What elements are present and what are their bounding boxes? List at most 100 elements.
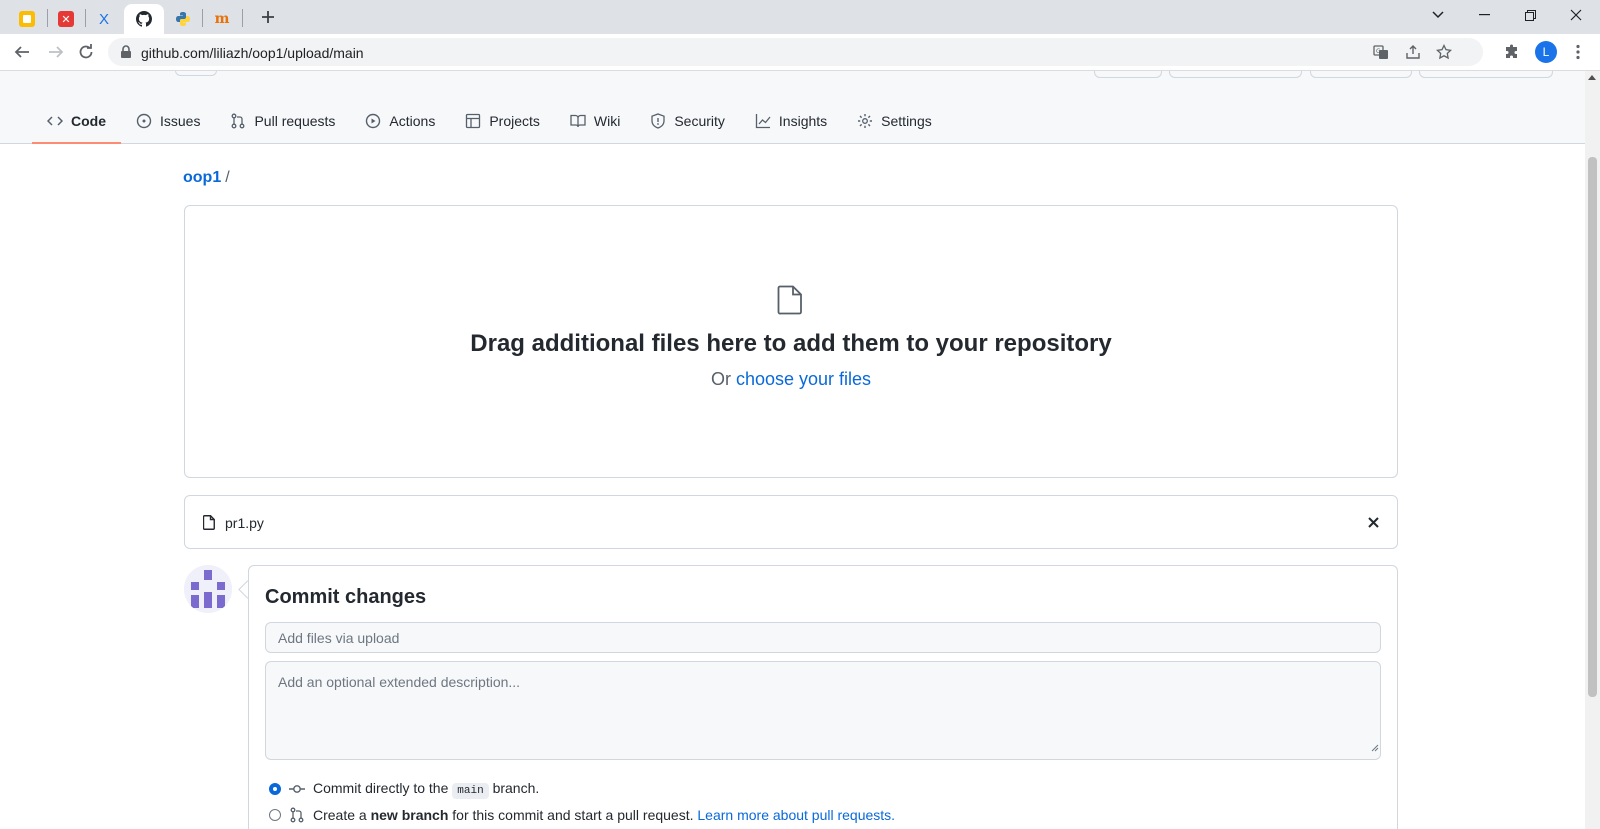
tab-projects[interactable]: Projects: [450, 99, 555, 143]
commit-direct-option[interactable]: Commit directly to the main branch.: [269, 780, 540, 799]
resize-grip-icon[interactable]: [1371, 744, 1379, 752]
puzzle-icon: [1506, 44, 1517, 58]
commit-new-middle: for this commit and start a pull request…: [452, 807, 694, 823]
github-page: Code Issues Pull requests Actions Projec…: [0, 71, 1585, 829]
m-favicon-icon: m: [214, 11, 230, 27]
notes-favicon-icon: [19, 11, 35, 27]
chevron-down-icon: [1432, 11, 1444, 19]
plus-icon: [262, 11, 274, 23]
tab-security[interactable]: Security: [635, 99, 740, 143]
commit-description-textarea[interactable]: [265, 661, 1381, 760]
close-window-button[interactable]: [1554, 0, 1598, 30]
watch-button[interactable]: [1169, 71, 1302, 78]
browser-tab-notes[interactable]: [8, 4, 46, 34]
breadcrumb-repo-link[interactable]: oop1: [183, 169, 221, 186]
tab-search-button[interactable]: [1416, 0, 1460, 30]
browser-tab-bar: ✕ X m: [0, 0, 1600, 34]
breadcrumb: oop1/: [183, 169, 230, 187]
address-bar[interactable]: github.com/liliazh/oop1/upload/main G: [108, 38, 1483, 66]
tab-actions[interactable]: Actions: [350, 99, 450, 143]
commit-direct-text: Commit directly to the main branch.: [313, 780, 540, 799]
back-button[interactable]: [8, 38, 36, 66]
commit-direct-prefix: Commit directly to the: [313, 780, 449, 796]
tab-insights[interactable]: Insights: [740, 99, 842, 143]
minimize-button[interactable]: [1462, 0, 1506, 30]
tab-wiki-label: Wiki: [593, 113, 621, 129]
browser-tab-m[interactable]: m: [203, 4, 241, 34]
tab-pull-requests-label: Pull requests: [254, 113, 336, 129]
kebab-menu-icon: [1576, 44, 1580, 60]
choose-files-link[interactable]: choose your files: [736, 369, 871, 389]
profile-button[interactable]: L: [1533, 39, 1559, 65]
scroll-up-arrow-icon[interactable]: [1588, 75, 1596, 80]
tab-actions-label: Actions: [389, 113, 436, 129]
tab-code[interactable]: Code: [32, 99, 121, 144]
repo-nav: Code Issues Pull requests Actions Projec…: [32, 99, 947, 144]
reload-button[interactable]: [72, 38, 100, 66]
table-icon: [466, 113, 481, 129]
arrow-left-icon: [14, 46, 29, 58]
tab-settings[interactable]: Settings: [842, 99, 947, 143]
commit-changes-panel: Commit changes Commit directly to the ma…: [248, 565, 1398, 829]
commit-title: Commit changes: [265, 586, 427, 608]
new-tab-button[interactable]: [254, 5, 282, 29]
forward-button[interactable]: [42, 38, 70, 66]
scrollbar-thumb[interactable]: [1588, 157, 1597, 697]
bookmark-star-icon[interactable]: [1435, 43, 1453, 61]
uploaded-file-name: pr1.py: [225, 515, 264, 531]
tab-issues[interactable]: Issues: [121, 99, 215, 143]
tab-separator: [242, 9, 243, 27]
commit-summary-input[interactable]: [265, 622, 1381, 653]
tab-settings-label: Settings: [881, 113, 932, 129]
user-avatar[interactable]: [184, 565, 232, 613]
issue-icon: [136, 113, 152, 129]
graph-icon: [755, 114, 771, 129]
tab-pull-requests[interactable]: Pull requests: [215, 99, 350, 143]
git-commit-icon: [289, 784, 305, 793]
shield-icon: [651, 113, 665, 129]
fork-button[interactable]: [1310, 71, 1412, 78]
repo-header: Code Issues Pull requests Actions Projec…: [0, 71, 1585, 144]
address-url: github.com/liliazh/oop1/upload/main: [141, 45, 364, 61]
share-icon[interactable]: [1404, 43, 1422, 61]
tab-security-label: Security: [674, 113, 725, 129]
extensions-button[interactable]: [1499, 39, 1525, 65]
translate-icon[interactable]: G: [1372, 43, 1390, 61]
page-scrollbar[interactable]: [1585, 71, 1600, 829]
restore-button[interactable]: [1508, 0, 1552, 30]
file-drop-zone[interactable]: Drag additional files here to add them t…: [184, 205, 1398, 478]
commit-new-branch-text: Create a new branch for this commit and …: [313, 807, 895, 823]
gear-icon: [858, 114, 873, 128]
commit-new-prefix: Create a: [313, 807, 367, 823]
branch-name-pill: main: [452, 783, 489, 799]
pin-button[interactable]: [1094, 71, 1162, 78]
pull-request-icon: [232, 113, 245, 129]
tab-insights-label: Insights: [778, 113, 828, 129]
lock-icon: [121, 45, 131, 58]
browser-tab-x[interactable]: X: [85, 4, 123, 34]
restore-icon: [1524, 9, 1536, 21]
breadcrumb-separator: /: [225, 169, 230, 186]
pull-request-icon: [290, 807, 304, 823]
repo-title-clipped: [30, 71, 120, 82]
reload-icon: [79, 44, 93, 59]
learn-more-pull-requests-link[interactable]: Learn more about pull requests.: [697, 807, 895, 823]
commit-direct-suffix: branch.: [492, 780, 540, 796]
commit-direct-radio[interactable]: [269, 782, 281, 795]
tab-wiki[interactable]: Wiki: [555, 99, 635, 143]
remove-file-button[interactable]: [1368, 512, 1379, 533]
minimize-icon: [1478, 14, 1490, 16]
commit-new-branch-option[interactable]: Create a new branch for this commit and …: [269, 807, 895, 823]
browser-menu-button[interactable]: [1565, 39, 1591, 65]
browser-tab-github[interactable]: [124, 4, 164, 34]
tab-code-label: Code: [71, 113, 106, 129]
browser-tab-python[interactable]: [164, 4, 202, 34]
browser-tab-red-app[interactable]: ✕: [47, 4, 85, 34]
red-app-favicon-icon: ✕: [58, 11, 74, 27]
star-button[interactable]: [1419, 71, 1553, 78]
browser-toolbar: github.com/liliazh/oop1/upload/main G L: [0, 34, 1600, 71]
close-icon: [1368, 517, 1379, 528]
tab-projects-label: Projects: [489, 113, 540, 129]
drop-zone-prefix: Or: [710, 369, 731, 389]
commit-new-branch-radio[interactable]: [269, 809, 281, 821]
